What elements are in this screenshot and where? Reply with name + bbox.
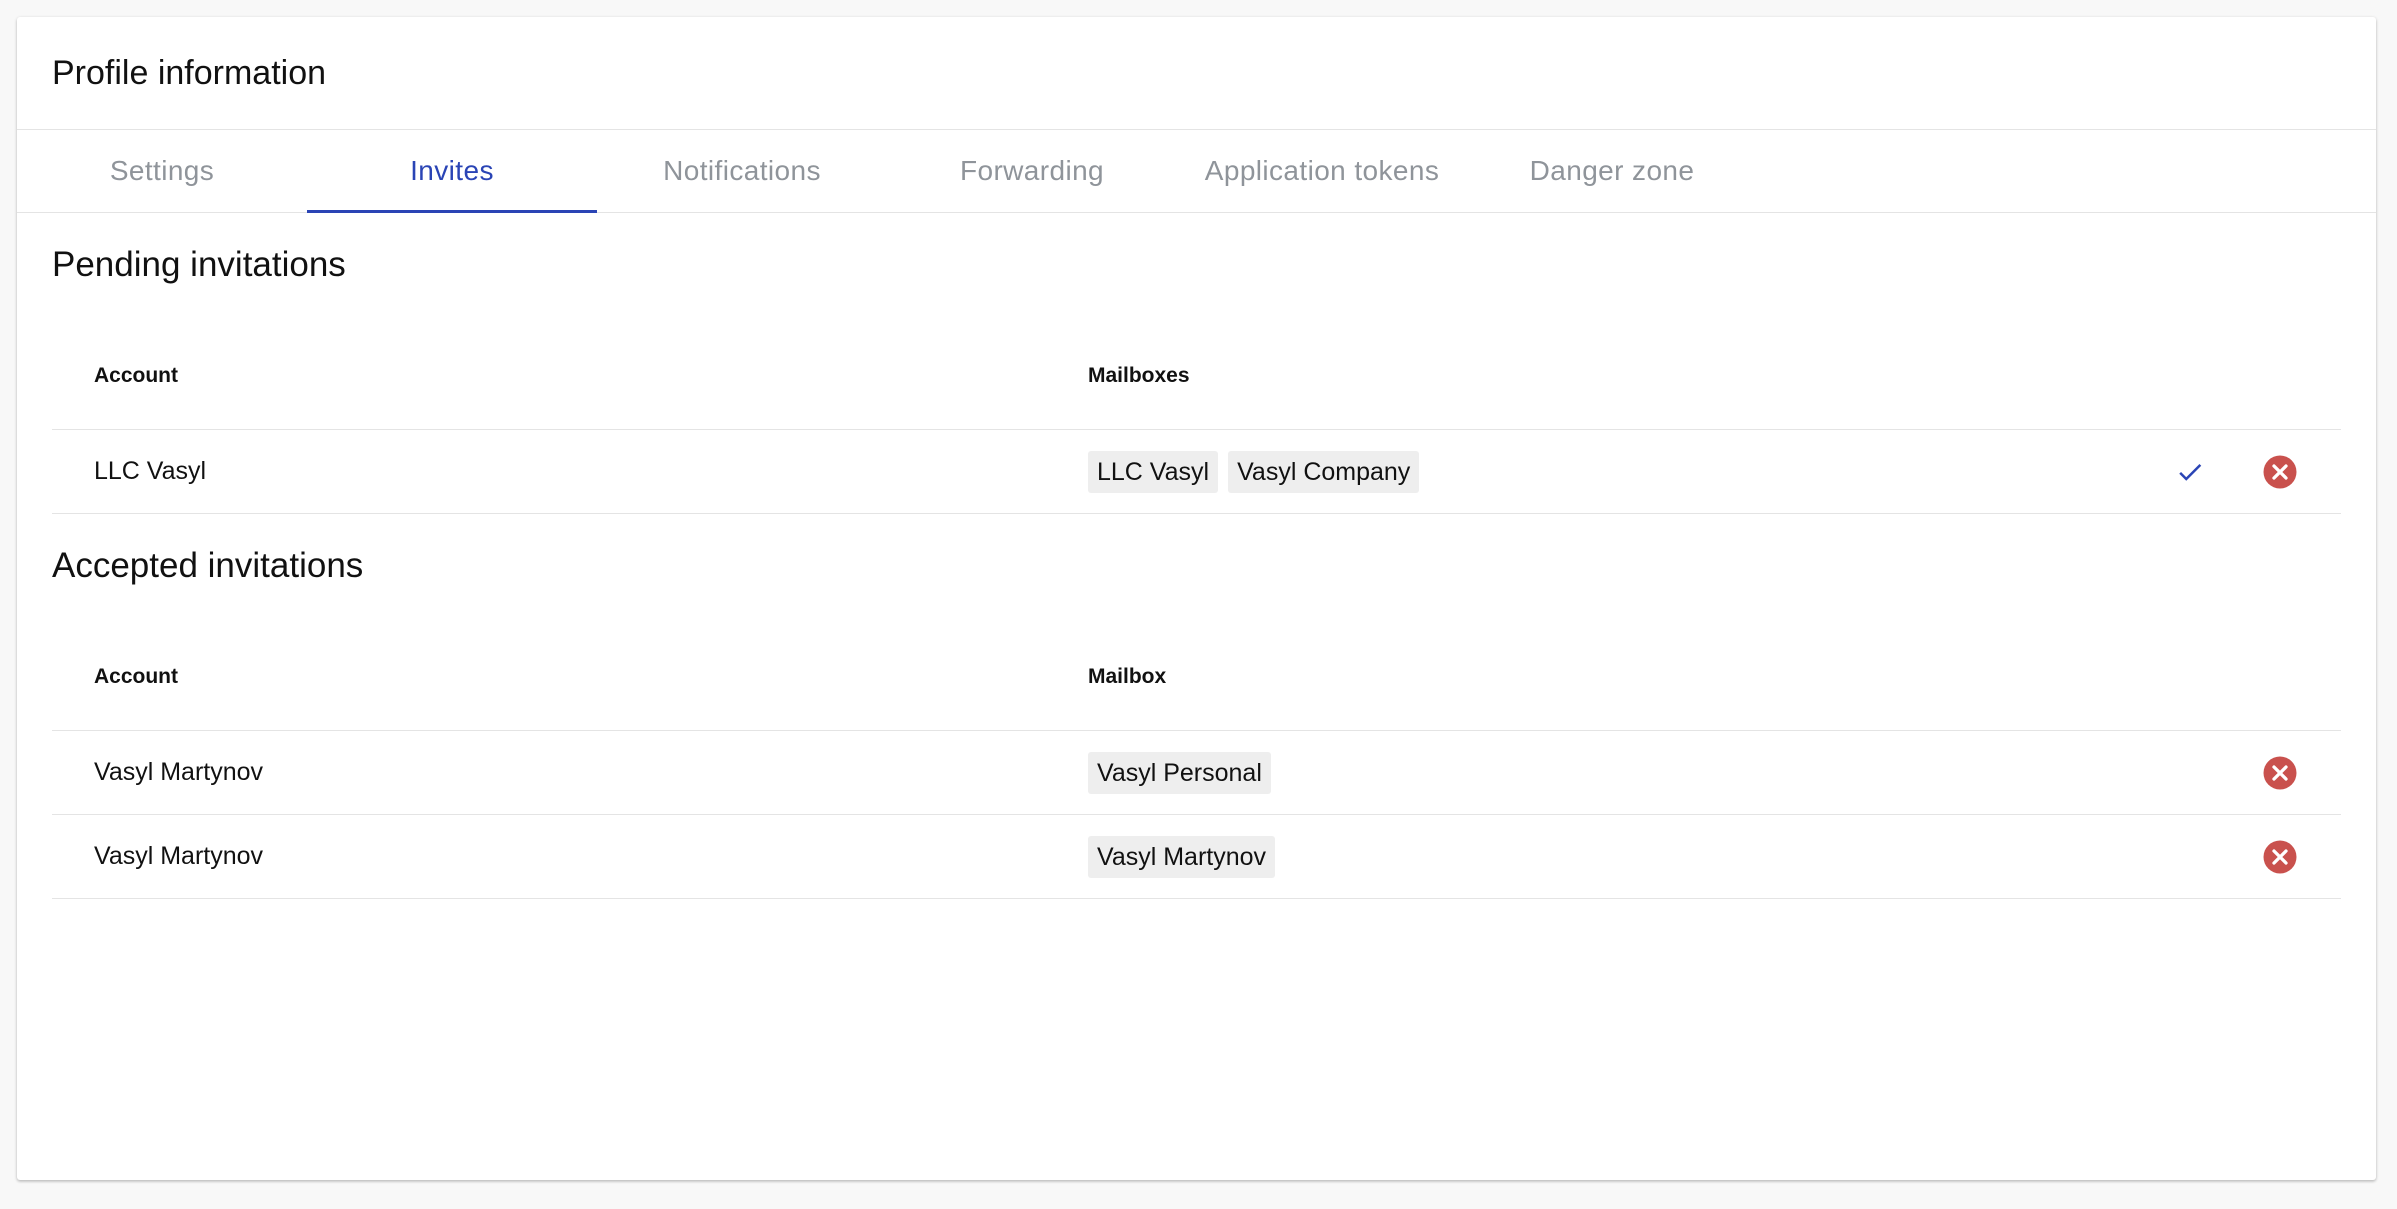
tab-notifications[interactable]: Notifications xyxy=(597,130,887,212)
close-circle-icon xyxy=(2263,455,2297,488)
tab-bar: Settings Invites Notifications Forwardin… xyxy=(17,130,2376,213)
pending-invitations-title: Pending invitations xyxy=(52,245,346,284)
page-title: Profile information xyxy=(52,53,327,92)
tab-application-tokens[interactable]: Application tokens xyxy=(1177,130,1467,212)
mailboxes-cell: LLC Vasyl Vasyl Company xyxy=(1088,450,2141,493)
column-header-account: Account xyxy=(94,364,178,387)
mailbox-chip: LLC Vasyl xyxy=(1088,450,1219,493)
close-circle-icon xyxy=(2263,756,2297,789)
accepted-invitations-table: Account Mailbox Vasyl Martynov Vasyl Per… xyxy=(52,624,2341,899)
table-header: Account Mailboxes xyxy=(52,323,2341,430)
tab-settings[interactable]: Settings xyxy=(17,130,307,212)
card-header: Profile information xyxy=(17,17,2376,130)
account-cell: Vasyl Martynov xyxy=(94,758,264,786)
table-row: Vasyl Martynov Vasyl Martynov xyxy=(52,815,2341,899)
mailbox-cell: Vasyl Martynov xyxy=(1088,835,2141,878)
table-row: LLC Vasyl LLC Vasyl Vasyl Company xyxy=(52,430,2341,514)
tab-danger-zone[interactable]: Danger zone xyxy=(1467,130,1757,212)
column-header-account: Account xyxy=(94,665,178,688)
profile-card: Profile information Settings Invites Not… xyxy=(17,17,2376,1180)
tab-invites[interactable]: Invites xyxy=(307,130,597,213)
decline-invite-button[interactable] xyxy=(2262,454,2298,490)
row-actions xyxy=(2141,755,2341,791)
column-header-mailbox: Mailbox xyxy=(1088,665,1167,688)
accepted-invitations-title: Accepted invitations xyxy=(52,546,364,585)
close-circle-icon xyxy=(2263,840,2297,873)
mailbox-chip: Vasyl Company xyxy=(1228,450,1420,493)
row-actions xyxy=(2141,454,2341,490)
mailbox-chip: Vasyl Martynov xyxy=(1088,835,1276,878)
account-cell: Vasyl Martynov xyxy=(94,842,264,870)
remove-access-button[interactable] xyxy=(2262,755,2298,791)
check-icon xyxy=(2179,463,2202,481)
table-header: Account Mailbox xyxy=(52,624,2341,731)
mailbox-chip: Vasyl Personal xyxy=(1088,751,1271,794)
row-actions xyxy=(2141,839,2341,875)
pending-invitations-table: Account Mailboxes LLC Vasyl LLC Vasyl Vas… xyxy=(52,323,2341,514)
tab-forwarding[interactable]: Forwarding xyxy=(887,130,1177,212)
accept-invite-button[interactable] xyxy=(2172,454,2208,490)
invites-content: Pending invitations Account Mailboxes LL… xyxy=(17,213,2376,899)
table-row: Vasyl Martynov Vasyl Personal xyxy=(52,731,2341,815)
column-header-mailboxes: Mailboxes xyxy=(1088,364,1190,387)
remove-access-button[interactable] xyxy=(2262,839,2298,875)
account-cell: LLC Vasyl xyxy=(94,457,207,485)
mailbox-cell: Vasyl Personal xyxy=(1088,751,2141,794)
